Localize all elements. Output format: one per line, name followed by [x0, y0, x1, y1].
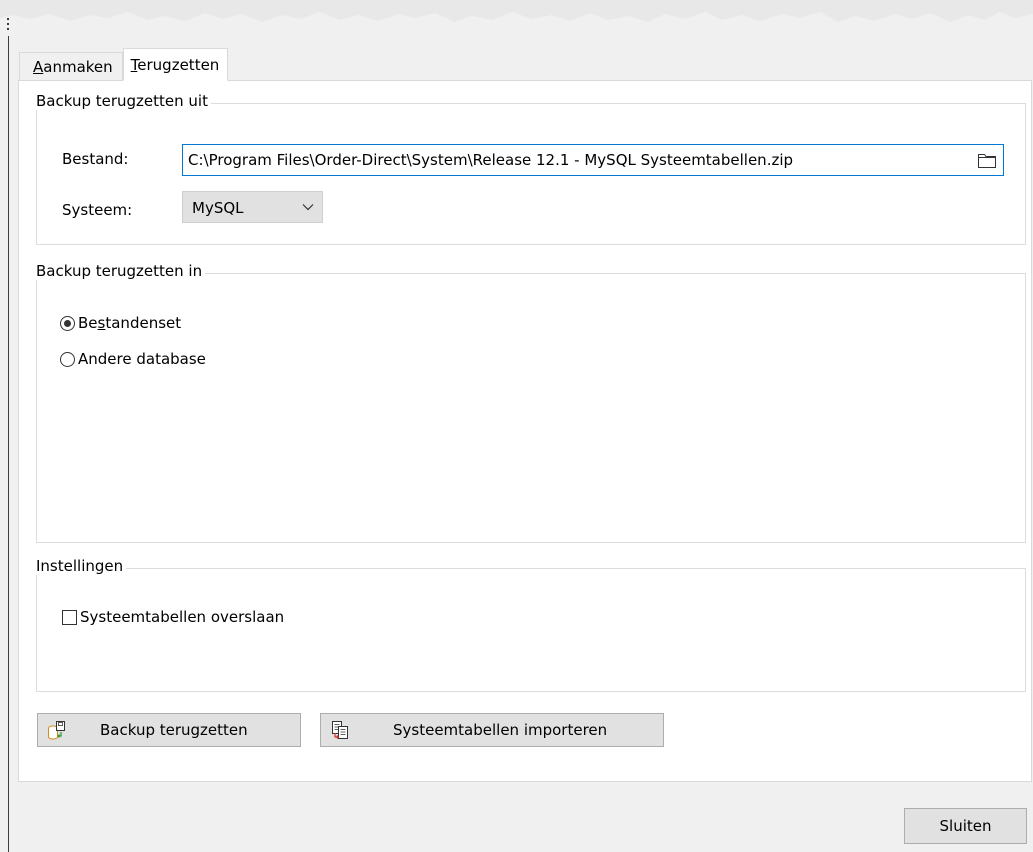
groupbox-backup-target: Backup terugzetten in Bestandenset Ander… — [36, 262, 1026, 543]
file-label: Bestand: — [62, 150, 129, 168]
groupbox-backup-source-title: Backup terugzetten uit — [36, 92, 211, 110]
radio-bestandenset-button[interactable] — [60, 315, 75, 331]
close-button[interactable]: Sluiten — [904, 808, 1027, 844]
window-left-border — [8, 36, 9, 852]
restore-backup-label: Backup terugzetten — [100, 721, 248, 739]
file-path-value: C:\Program Files\Order-Direct\System\Rel… — [188, 151, 794, 169]
checkbox-skip-system-tables[interactable]: Systeemtabellen overslaan — [62, 608, 284, 626]
groupbox-settings-title: Instellingen — [36, 557, 127, 575]
file-path-input[interactable]: C:\Program Files\Order-Direct\System\Rel… — [182, 144, 1004, 176]
checkbox-skip-system-tables-label: Systeemtabellen overslaan — [80, 608, 285, 626]
radio-andere-database-button[interactable] — [60, 351, 75, 367]
window-edge-dots — [7, 18, 9, 32]
tab-terugzetten[interactable]: Terugzetten — [122, 48, 229, 81]
tab-aanmaken-mnemonic: A — [33, 58, 44, 76]
tabstrip: Aanmaken Terugzetten — [19, 48, 229, 81]
import-system-tables-label: Systeemtabellen importeren — [393, 721, 608, 739]
torn-edge-decoration — [0, 0, 1033, 22]
tab-aanmaken[interactable]: Aanmaken — [19, 52, 123, 80]
tab-aanmaken-label: anmaken — [43, 58, 113, 76]
system-label: Systeem: — [62, 201, 133, 219]
import-document-icon — [332, 721, 348, 739]
groupbox-backup-target-title: Backup terugzetten in — [36, 262, 206, 280]
import-system-tables-button[interactable]: Systeemtabellen importeren — [320, 713, 664, 747]
radio-bestandenset[interactable]: Bestandenset — [60, 314, 181, 332]
groupbox-settings: Instellingen Systeemtabellen overslaan — [36, 557, 1026, 692]
system-select-value: MySQL — [192, 199, 244, 217]
system-select[interactable]: MySQL — [182, 191, 323, 223]
groupbox-backup-source: Backup terugzetten uit Bestand: C:\Progr… — [36, 92, 1026, 245]
folder-browse-icon[interactable] — [977, 151, 997, 169]
tab-panel-terugzetten: Backup terugzetten uit Bestand: C:\Progr… — [18, 80, 1032, 782]
radio-bestandenset-label: Bestandenset — [78, 314, 182, 332]
tab-terugzetten-label: erugzetten — [137, 56, 220, 74]
radio-andere-database-label: Andere database — [78, 350, 206, 368]
checkbox-skip-system-tables-box[interactable] — [62, 609, 77, 625]
radio-andere-database[interactable]: Andere database — [60, 350, 206, 368]
chevron-down-icon — [302, 204, 314, 211]
restore-backup-button[interactable]: Backup terugzetten — [37, 713, 301, 747]
database-restore-icon — [48, 721, 65, 740]
